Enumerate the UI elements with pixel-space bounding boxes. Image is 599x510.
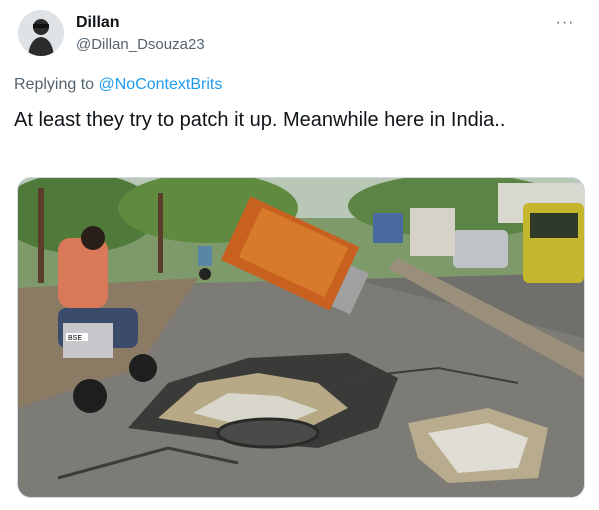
profile-avatar-icon xyxy=(18,10,64,56)
tweet-photo[interactable]: BSE xyxy=(17,177,585,498)
avatar[interactable] xyxy=(18,10,64,56)
display-name[interactable]: Dillan xyxy=(76,14,120,32)
replying-to: Replying to @NoContextBrits xyxy=(14,76,222,94)
replying-to-label: Replying to xyxy=(14,76,95,93)
user-handle[interactable]: @Dillan_Dsouza23 xyxy=(76,36,205,53)
tweet-header: Dillan @Dillan_Dsouza23 ··· xyxy=(0,0,599,70)
more-options-icon[interactable]: ··· xyxy=(553,14,577,32)
plate-text: BSE xyxy=(68,335,82,342)
tweet-text: At least they try to patch it up. Meanwh… xyxy=(14,109,506,131)
photo-road-pothole-icon: BSE xyxy=(18,178,584,497)
reply-target-link[interactable]: @NoContextBrits xyxy=(99,76,223,93)
